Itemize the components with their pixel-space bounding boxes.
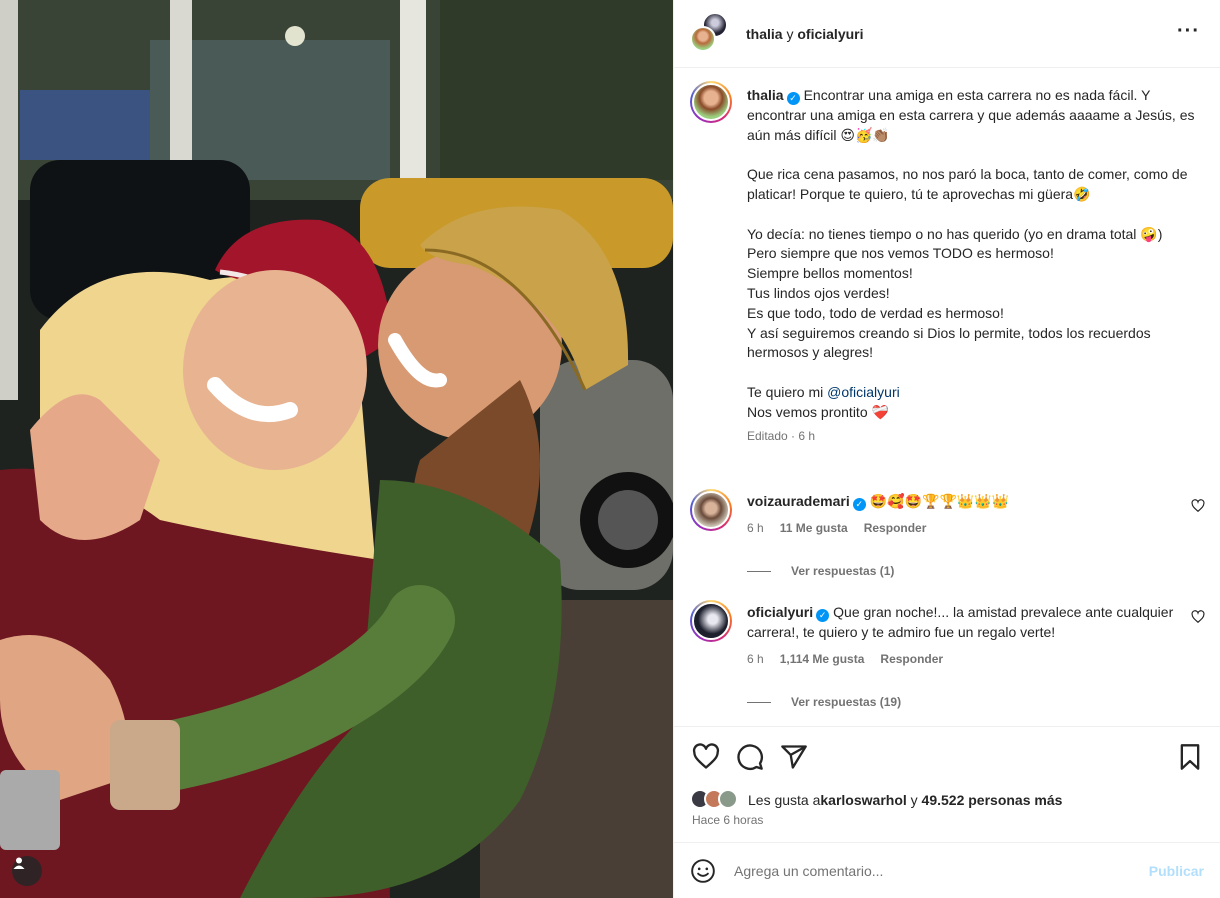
caption-p1: Encontrar una amiga en esta carrera no e…	[747, 87, 1199, 143]
replies-divider	[747, 570, 771, 572]
comment-input[interactable]: Agrega un comentario...	[734, 863, 1149, 879]
heart-icon[interactable]	[692, 743, 720, 771]
comment-avatar[interactable]	[690, 600, 732, 642]
comments-scroll-area[interactable]: thalia ✓ Encontrar una amiga en esta carre…	[674, 69, 1220, 726]
caption-p3: Yo decía: no tienes tiempo o no has quer…	[747, 225, 1163, 361]
caption-username[interactable]: thalia	[747, 87, 784, 103]
collab-title: thalia y oficialyuri	[746, 26, 864, 42]
comment-likes[interactable]: 11 Me gusta	[780, 519, 848, 539]
caption-p5: Nos vemos prontito ❤️‍🩹	[747, 403, 889, 420]
user-tags-button[interactable]	[12, 856, 42, 886]
more-horizontal-icon[interactable]: ···	[1177, 21, 1200, 41]
add-comment-bar: Agrega un comentario... Publicar	[674, 842, 1220, 898]
mention-link[interactable]: @oficialyuri	[827, 384, 900, 400]
header-user2[interactable]: oficialyuri	[797, 26, 863, 42]
comment-likes[interactable]: 1,114 Me gusta	[780, 650, 865, 670]
person-icon	[13, 857, 25, 869]
comment-username[interactable]: voizaurademari	[747, 493, 850, 509]
caption-edited: Editado · 6 h	[747, 428, 816, 443]
post-time[interactable]: Hace 6 horas	[692, 813, 763, 827]
reply-button[interactable]: Responder	[880, 650, 943, 670]
likes-prefix: Les gusta a	[748, 792, 821, 808]
post-side-panel: thalia y oficialyuri ··· thalia ✓ Encontra…	[673, 0, 1220, 898]
view-replies-label: Ver respuestas (19)	[791, 695, 902, 709]
likes-connector: y	[906, 792, 922, 808]
view-replies-label: Ver respuestas (1)	[791, 564, 895, 578]
liker-avatars	[690, 789, 742, 811]
likes-count[interactable]: 49.522 personas más	[922, 792, 1063, 808]
bookmark-icon[interactable]	[1176, 743, 1204, 771]
verified-badge-icon: ✓	[786, 92, 800, 105]
share-icon[interactable]	[780, 743, 808, 771]
comment-time[interactable]: 6 h	[747, 650, 764, 670]
replies-divider	[747, 701, 771, 703]
verified-badge-icon: ✓	[852, 498, 866, 511]
header-user1[interactable]: thalia	[746, 26, 783, 42]
caption-p4-prefix: Te quiero mi	[747, 383, 828, 400]
likes-user[interactable]: karloswarhol	[820, 792, 906, 808]
comment-like-heart-icon[interactable]	[1191, 610, 1205, 624]
view-replies-button[interactable]: Ver respuestas (1)	[747, 564, 894, 578]
photo-illustration	[0, 0, 673, 898]
post-actions: Les gusta a karloswarhol y 49.522 person…	[674, 726, 1220, 842]
comment-time[interactable]: 6 h	[747, 519, 764, 539]
collab-avatars[interactable]	[690, 11, 728, 52]
instagram-post-view: thalia y oficialyuri ··· thalia ✓ Encontra…	[0, 0, 1220, 898]
comment-text: 🤩🥰🤩🏆🏆👑👑👑	[869, 493, 1010, 509]
publish-button[interactable]: Publicar	[1149, 863, 1204, 879]
verified-badge-icon: ✓	[816, 609, 830, 622]
avatar-thalia[interactable]	[690, 25, 716, 52]
comment-username[interactable]: oficialyuri	[747, 604, 813, 620]
comment-avatar[interactable]	[690, 489, 732, 531]
comment-like-heart-icon[interactable]	[1191, 499, 1205, 513]
post-header: thalia y oficialyuri ···	[674, 0, 1220, 68]
post-photo[interactable]	[0, 0, 673, 898]
comment-icon[interactable]	[736, 743, 764, 771]
header-connector: y	[786, 25, 794, 42]
view-replies-button[interactable]: Ver respuestas (19)	[747, 695, 901, 709]
caption-avatar[interactable]	[690, 81, 732, 123]
emoji-icon[interactable]	[690, 858, 716, 884]
likes-summary[interactable]: Les gusta a karloswarhol y 49.522 person…	[690, 789, 1062, 811]
caption-p2: Que rica cena pasamos, no nos paró la bo…	[747, 166, 1192, 202]
reply-button[interactable]: Responder	[864, 519, 927, 539]
